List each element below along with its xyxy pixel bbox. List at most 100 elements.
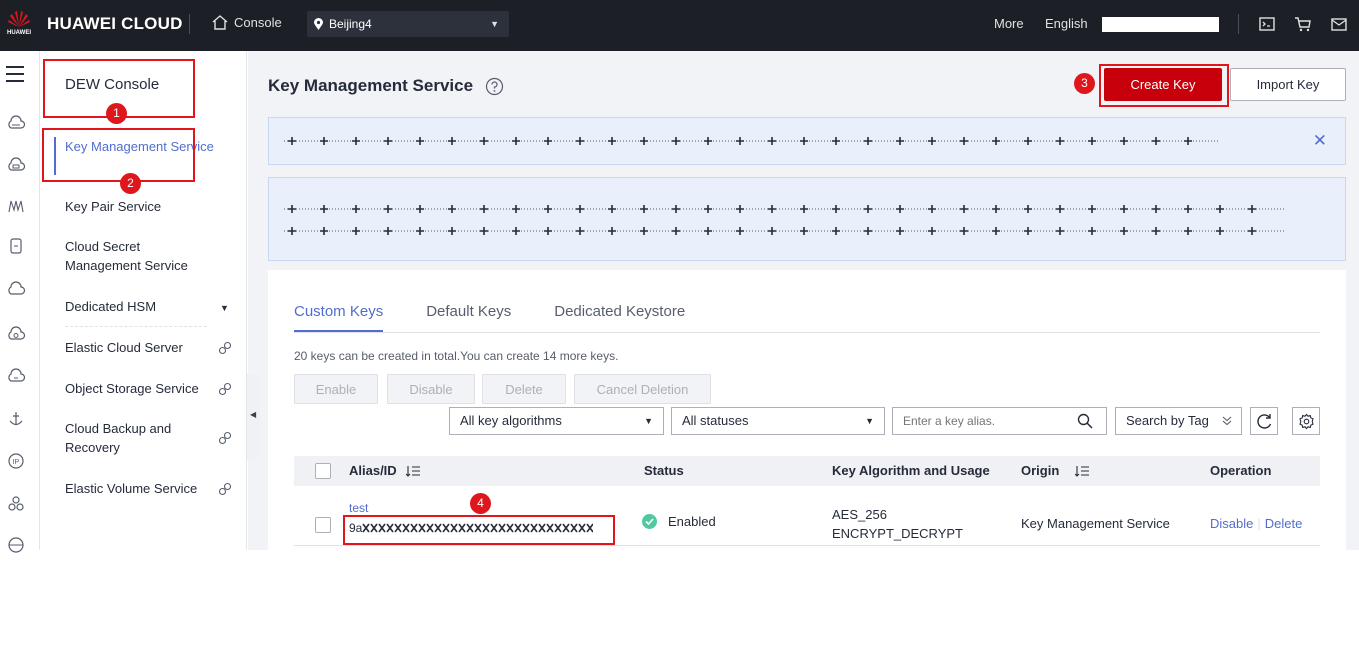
sidebar-item-evs[interactable]: Elastic Volume Service: [65, 479, 215, 498]
quota-text: 20 keys can be created in total.You can …: [294, 349, 619, 363]
key-usage: ENCRYPT_DECRYPT: [832, 526, 963, 541]
tab-default-keys[interactable]: Default Keys: [426, 303, 511, 332]
settings-button[interactable]: [1292, 407, 1320, 435]
cloud-backup-icon[interactable]: [6, 324, 26, 344]
double-chevron-down-icon: [1222, 416, 1232, 426]
help-icon[interactable]: [485, 77, 504, 96]
globe-icon[interactable]: [6, 533, 26, 553]
huawei-logo[interactable]: HUAWEI: [0, 6, 38, 46]
annotation-box-3: [1099, 64, 1229, 107]
huawei-petals-icon: [8, 11, 30, 27]
sort-icon[interactable]: [406, 465, 420, 477]
key-origin: Key Management Service: [1021, 516, 1170, 531]
tab-custom-keys[interactable]: Custom Keys: [294, 303, 384, 332]
row-operations: Disable | Delete: [1210, 516, 1302, 531]
divider: |: [1257, 516, 1261, 531]
select-all-checkbox[interactable]: [315, 463, 331, 479]
status-select[interactable]: All statuses ▼: [671, 407, 885, 435]
column-status: Status: [644, 463, 684, 478]
import-key-button[interactable]: Import Key: [1230, 68, 1346, 101]
delete-link[interactable]: Delete: [1265, 516, 1303, 531]
enable-button[interactable]: Enable: [294, 374, 378, 404]
region-selector[interactable]: Beijing4 ▼: [307, 11, 509, 37]
svg-text:IP: IP: [13, 459, 20, 466]
caret-down-icon[interactable]: ▼: [220, 303, 229, 313]
chevron-left-icon: ◀: [250, 410, 257, 419]
search-icon[interactable]: [1077, 413, 1093, 429]
top-navigation-bar: HUAWEI HUAWEI CLOUD Console Beijing4 ▼ M…: [0, 0, 1359, 51]
page-title: Key Management Service: [268, 76, 474, 95]
hamburger-menu-icon[interactable]: [5, 65, 25, 83]
search-by-tag-button[interactable]: Search by Tag: [1115, 407, 1242, 435]
network-icon[interactable]: [6, 196, 26, 216]
ip-icon[interactable]: IP: [6, 451, 26, 471]
sidebar-item-cloud-secret[interactable]: Cloud Secret Management Service: [65, 237, 215, 275]
status-text: Enabled: [668, 514, 716, 529]
annotation-number-1: 1: [106, 103, 127, 124]
disable-button[interactable]: Disable: [387, 374, 475, 404]
caret-down-icon: ▼: [490, 19, 499, 29]
sort-icon[interactable]: [1075, 465, 1089, 477]
annotation-number-3: 3: [1074, 73, 1095, 94]
external-link-icon[interactable]: [218, 482, 232, 496]
console-label: Console: [234, 15, 282, 30]
sidebar-item-key-pair[interactable]: Key Pair Service: [65, 197, 215, 216]
caret-down-icon: ▼: [865, 416, 874, 426]
sidebar-item-dedicated-hsm[interactable]: Dedicated HSM: [65, 297, 215, 316]
cloud-server-icon[interactable]: [6, 155, 26, 175]
cart-icon[interactable]: [1293, 14, 1313, 34]
cloud-sync-icon[interactable]: [6, 366, 26, 386]
close-icon[interactable]: ✕: [1313, 131, 1327, 151]
column-origin: Origin: [1021, 463, 1060, 478]
region-label: Beijing4: [329, 17, 372, 31]
brand-name[interactable]: HUAWEI CLOUD: [47, 14, 183, 34]
column-alias-id: Alias/ID: [349, 463, 397, 478]
more-menu[interactable]: More: [994, 16, 1024, 31]
sidebar-item-obs[interactable]: Object Storage Service: [65, 379, 215, 398]
tab-dedicated-keystore[interactable]: Dedicated Keystore: [554, 303, 685, 332]
column-key-algorithm: Key Algorithm and Usage: [832, 463, 990, 478]
caret-down-icon: ▼: [644, 416, 653, 426]
language-menu[interactable]: English: [1045, 16, 1088, 31]
sidebar-collapse-handle[interactable]: ◀: [247, 374, 260, 460]
algorithm-select-value: All key algorithms: [460, 413, 562, 428]
cloud-outline-icon[interactable]: [6, 279, 26, 299]
redacted-text: [284, 205, 1284, 235]
sidebar-item-ecs[interactable]: Elastic Cloud Server: [65, 338, 215, 357]
cluster-icon[interactable]: [6, 494, 26, 514]
algorithm-select[interactable]: All key algorithms ▼: [449, 407, 664, 435]
sidebar-item-cbr[interactable]: Cloud Backup and Recovery: [65, 419, 185, 457]
disable-link[interactable]: Disable: [1210, 516, 1253, 531]
terminal-icon[interactable]: [1257, 14, 1277, 34]
location-pin-icon: [314, 17, 323, 30]
status-enabled-icon: [642, 514, 657, 529]
divider: [189, 14, 190, 34]
delete-button[interactable]: Delete: [482, 374, 566, 404]
divider: [294, 332, 1320, 333]
annotation-number-2: 2: [120, 173, 141, 194]
cancel-deletion-button[interactable]: Cancel Deletion: [574, 374, 711, 404]
console-link[interactable]: Console: [212, 15, 282, 30]
external-link-icon[interactable]: [218, 431, 232, 445]
logo-word: HUAWEI: [7, 30, 31, 36]
redacted-text: [284, 137, 1219, 145]
annotation-box-4: [343, 515, 615, 545]
service-icon-rail: IP: [0, 51, 40, 553]
mail-icon[interactable]: [1329, 14, 1349, 34]
key-alias-link[interactable]: test: [349, 501, 368, 515]
dew-console-sidebar: DEW Console Key Management Service Key P…: [40, 51, 247, 550]
key-alias-search-input[interactable]: [892, 407, 1107, 435]
external-link-icon[interactable]: [218, 382, 232, 396]
row-checkbox[interactable]: [315, 517, 331, 533]
gear-icon: [1299, 413, 1314, 430]
username-redacted[interactable]: [1102, 17, 1219, 32]
anchor-icon[interactable]: [6, 409, 26, 429]
external-link-icon[interactable]: [218, 341, 232, 355]
key-tabs: Custom Keys Default Keys Dedicated Keyst…: [294, 303, 728, 332]
refresh-button[interactable]: [1250, 407, 1278, 435]
cloud-icon[interactable]: [6, 113, 26, 133]
annotation-box-2: [42, 128, 195, 182]
storage-icon[interactable]: [6, 236, 26, 256]
key-algorithm: AES_256: [832, 507, 887, 522]
divider: [65, 326, 207, 327]
